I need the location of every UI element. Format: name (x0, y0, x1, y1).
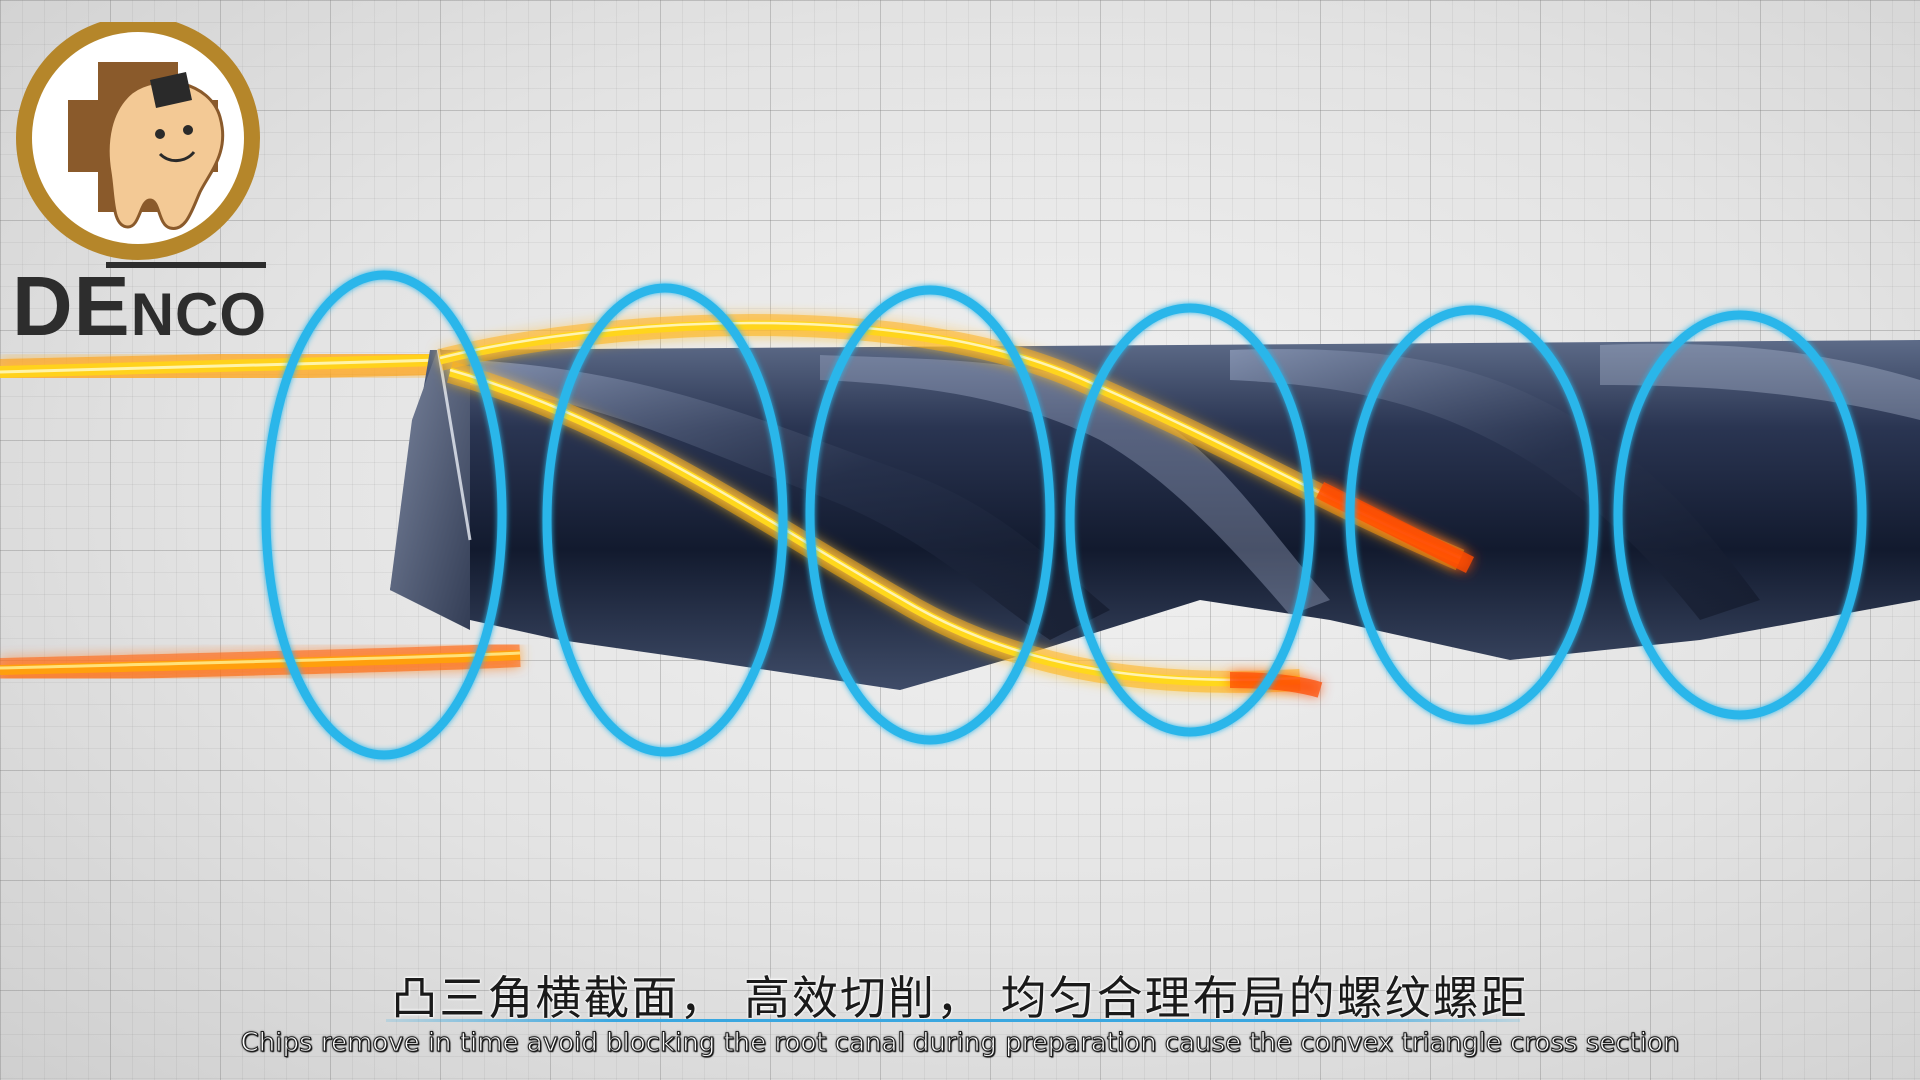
video-frame: DENCO 凸三角横截面， 高效切削， 均匀合理布局的螺纹螺距 Chips re… (0, 0, 1920, 1080)
drill-illustration (0, 270, 1920, 760)
chip-stream-upper-left (0, 349, 441, 385)
logo-text-big: DE (12, 259, 131, 353)
subtitle-divider (386, 1019, 1520, 1022)
chip-stream-lower-left (0, 643, 521, 682)
logo-wordmark: DENCO (12, 258, 267, 355)
subtitle-english: Chips remove in time avoid blocking the … (240, 1028, 1680, 1059)
drill-body (390, 340, 1920, 690)
logo-text-small: NCO (130, 281, 268, 348)
